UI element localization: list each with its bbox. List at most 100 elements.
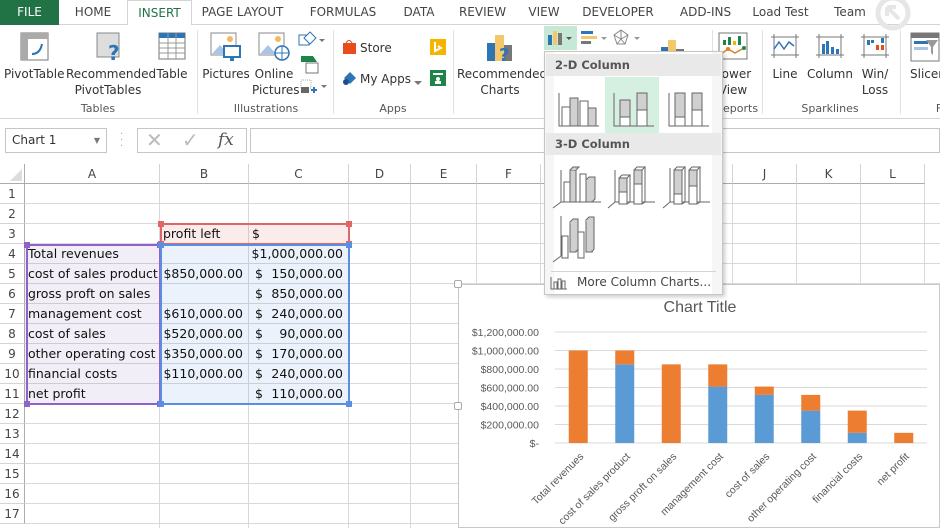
tab-insert[interactable]: INSERT <box>127 0 192 26</box>
column-header-c[interactable]: C <box>249 164 349 184</box>
tab-home[interactable]: HOME <box>59 0 127 25</box>
bar-amount <box>568 350 588 443</box>
slicer-button[interactable]: Slicer <box>910 66 940 82</box>
row-header-7[interactable]: 7 <box>0 304 25 324</box>
range-handle[interactable] <box>346 242 352 248</box>
slicer-icon <box>910 32 940 65</box>
column-header-e[interactable]: E <box>411 164 477 184</box>
bar-chart-button[interactable] <box>580 29 610 50</box>
people-graph-icon[interactable] <box>430 70 446 89</box>
tab-load-test[interactable]: Load Test <box>743 0 818 25</box>
row-header-15[interactable]: 15 <box>0 464 25 484</box>
cancel-icon[interactable]: ✕ <box>146 129 163 152</box>
store-button[interactable]: Store <box>360 40 392 56</box>
range-handle[interactable] <box>158 221 164 227</box>
row-header-3[interactable]: 3 <box>0 224 25 244</box>
tab-formulas[interactable]: FORMULAS <box>293 0 393 25</box>
name-box[interactable]: Chart 1 ▼ <box>5 128 107 153</box>
column-header-j[interactable]: J <box>733 164 797 184</box>
row-header-12[interactable]: 12 <box>0 404 25 424</box>
pivottable-button[interactable]: PivotTable <box>4 66 65 82</box>
recommended-pivottables-button[interactable]: Recommended PivotTables <box>66 66 156 98</box>
enter-icon[interactable]: ✓ <box>182 129 199 152</box>
more-column-charts-label: More Column Charts... <box>577 275 712 289</box>
chevron-down-icon[interactable]: ▼ <box>94 129 100 152</box>
column-header-k[interactable]: K <box>797 164 861 184</box>
divider <box>453 30 454 114</box>
column-header-a[interactable]: A <box>25 164 160 184</box>
shapes-icon[interactable] <box>298 31 326 52</box>
label: Recommended <box>66 67 157 81</box>
insert-function-icon[interactable]: fx <box>218 129 234 152</box>
column-header-l[interactable]: L <box>861 164 925 184</box>
y-tick-label: $- <box>530 438 540 450</box>
online-pictures-button[interactable]: Online Pictures <box>252 66 300 98</box>
100-stacked-column-option[interactable] <box>660 77 714 133</box>
tab-team[interactable]: Team <box>818 0 882 25</box>
tab-page-layout[interactable]: PAGE LAYOUT <box>192 0 293 25</box>
tab-view[interactable]: VIEW <box>520 0 568 25</box>
range-handle[interactable] <box>158 401 164 407</box>
row-header-5[interactable]: 5 <box>0 264 25 284</box>
svg-text:?: ? <box>499 45 509 63</box>
range-handle[interactable] <box>346 221 352 227</box>
tab-review[interactable]: REVIEW <box>445 0 520 25</box>
row-header-4[interactable]: 4 <box>0 244 25 264</box>
svg-text:?: ? <box>108 41 120 62</box>
row-header-16[interactable]: 16 <box>0 484 25 504</box>
dropdown-arrow-icon[interactable] <box>414 76 422 90</box>
column-chart-button[interactable] <box>544 26 577 50</box>
3d-100-stacked-column-option[interactable] <box>660 156 714 212</box>
3d-stacked-column-option[interactable] <box>605 156 659 212</box>
screenshot-icon[interactable] <box>300 79 328 98</box>
my-apps-button[interactable]: My Apps <box>360 71 411 87</box>
more-column-charts-link[interactable]: More Column Charts... <box>550 273 720 293</box>
pictures-button[interactable]: Pictures <box>202 66 250 82</box>
tab-data[interactable]: DATA <box>393 0 445 25</box>
clustered-column-option[interactable] <box>550 77 604 133</box>
row-header-1[interactable]: 1 <box>0 184 25 204</box>
row-header-8[interactable]: 8 <box>0 324 25 344</box>
select-all-button[interactable] <box>0 164 25 184</box>
table-button[interactable]: Table <box>154 66 190 82</box>
touch-mode-icon[interactable] <box>874 0 914 35</box>
radar-chart-button[interactable] <box>612 28 644 51</box>
3d-clustered-column-option[interactable] <box>550 156 604 212</box>
y-tick-label: $1,200,000.00 <box>472 327 539 339</box>
chart-resize-handle[interactable] <box>454 280 462 288</box>
row-header-17[interactable]: 17 <box>0 504 25 524</box>
gridline <box>25 203 940 204</box>
3d-column-option[interactable] <box>550 212 604 268</box>
range-handle[interactable] <box>24 242 30 248</box>
row-header-2[interactable]: 2 <box>0 204 25 224</box>
range-handle[interactable] <box>346 401 352 407</box>
range-handle[interactable] <box>24 401 30 407</box>
row-header-13[interactable]: 13 <box>0 424 25 444</box>
group-label-tables: Tables <box>80 102 116 115</box>
bar-profit-left <box>708 386 728 443</box>
recommended-charts-button[interactable]: Recommended Charts <box>457 66 547 98</box>
column-chart-icon <box>550 277 567 290</box>
stacked-column-option[interactable] <box>605 77 659 133</box>
smartart-icon[interactable] <box>300 55 320 78</box>
chart-resize-handle[interactable] <box>454 402 462 410</box>
sparkline-column-button[interactable]: Column <box>806 66 854 82</box>
tab-add-ins[interactable]: ADD-INS <box>668 0 743 25</box>
row-header-14[interactable]: 14 <box>0 444 25 464</box>
column-header-b[interactable]: B <box>160 164 249 184</box>
tab-file[interactable]: FILE <box>0 0 59 25</box>
sparkline-winloss-button[interactable]: Win/Loss <box>858 66 892 98</box>
bing-icon[interactable] <box>430 39 446 58</box>
online-pictures-icon <box>258 32 290 65</box>
range-handle[interactable] <box>158 242 164 248</box>
row-header-9[interactable]: 9 <box>0 344 25 364</box>
sparkline-line-button[interactable]: Line <box>770 66 800 82</box>
row-header-10[interactable]: 10 <box>0 364 25 384</box>
tab-developer[interactable]: DEVELOPER <box>568 0 668 25</box>
column-header-d[interactable]: D <box>349 164 411 184</box>
chart-object[interactable]: Chart Title $- $200,000.00 $400,000.00 $600,… <box>458 284 940 528</box>
column-header-f[interactable]: F <box>477 164 541 184</box>
row-header-11[interactable]: 11 <box>0 384 25 404</box>
row-header-6[interactable]: 6 <box>0 284 25 304</box>
label: Win/ <box>861 67 889 81</box>
